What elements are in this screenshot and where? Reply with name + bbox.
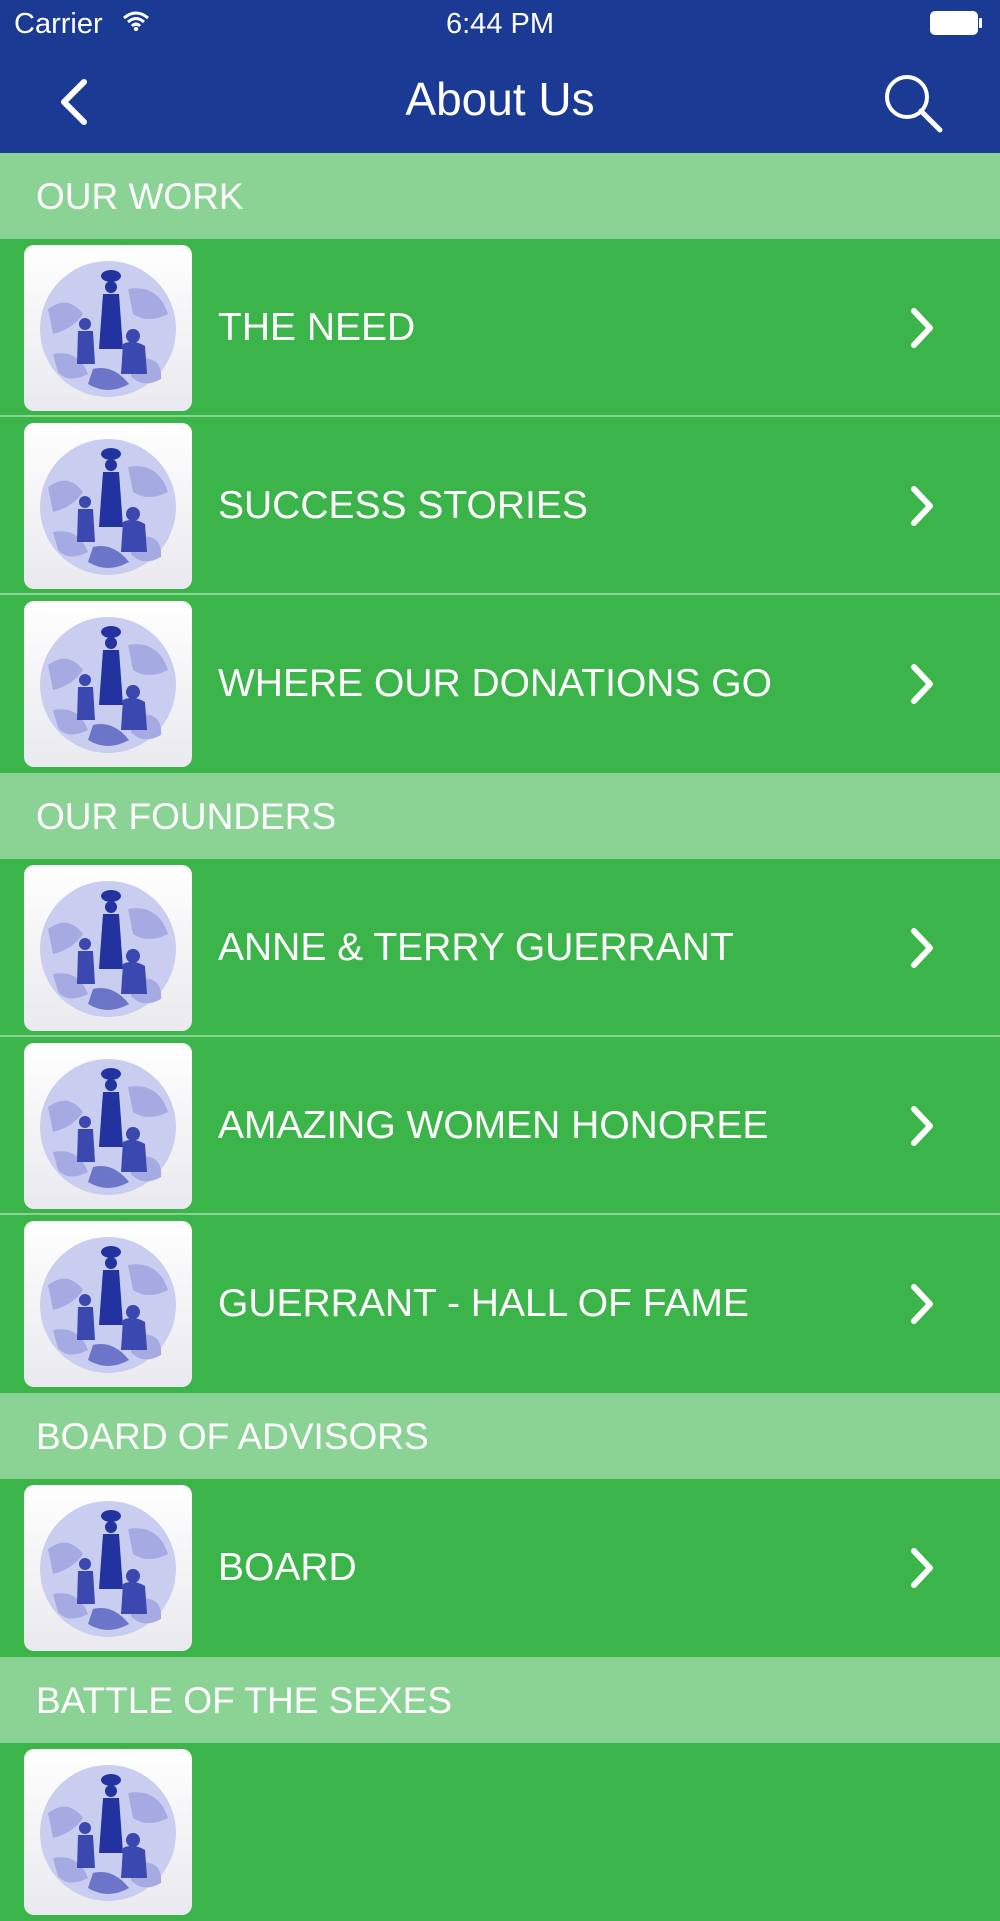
list-item-label: GUERRANT - HALL OF FAME bbox=[218, 1282, 749, 1325]
logo-thumbnail bbox=[24, 1749, 192, 1915]
section-header-our-work: OUR WORK bbox=[0, 153, 1000, 239]
section-header-battle-of-the-sexes: BATTLE OF THE SEXES bbox=[0, 1657, 1000, 1743]
section-header-our-founders: OUR FOUNDERS bbox=[0, 773, 1000, 859]
chevron-right-icon bbox=[911, 486, 933, 526]
list-item-success-stories[interactable]: SUCCESS STORIES bbox=[0, 417, 1000, 595]
logo-thumbnail bbox=[24, 601, 192, 767]
chevron-right-icon bbox=[911, 664, 933, 704]
list-item-where-our-donations-go[interactable]: WHERE OUR DONATIONS GO bbox=[0, 595, 1000, 773]
chevron-right-icon bbox=[911, 928, 933, 968]
navigation-bar: Carrier 6:44 PM About Us bbox=[0, 0, 1000, 153]
chevron-right-icon bbox=[911, 308, 933, 348]
logo-thumbnail bbox=[24, 1043, 192, 1209]
list-item-guerrant-hall-of-fame[interactable]: GUERRANT - HALL OF FAME bbox=[0, 1215, 1000, 1393]
globe-people-logo bbox=[40, 1059, 176, 1195]
page-title: About Us bbox=[405, 73, 595, 125]
chevron-right-icon bbox=[911, 1548, 933, 1588]
list-item-board[interactable]: BOARD bbox=[0, 1479, 1000, 1657]
chevron-right-icon bbox=[911, 1284, 933, 1324]
list-item-label: AMAZING WOMEN HONOREE bbox=[218, 1104, 769, 1147]
logo-thumbnail bbox=[24, 423, 192, 589]
logo-thumbnail bbox=[24, 1221, 192, 1387]
list-item-label: SUCCESS STORIES bbox=[218, 484, 588, 527]
chevron-right-icon bbox=[911, 1106, 933, 1146]
list-item-label: ANNE & TERRY GUERRANT bbox=[218, 926, 734, 969]
battery-icon bbox=[930, 11, 982, 35]
content-list: OUR WORK THE NEED SUCCESS STORIES WHERE … bbox=[0, 153, 1000, 1921]
list-item-label: BOARD bbox=[218, 1546, 357, 1589]
list-item-anne-terry-guerrant[interactable]: ANNE & TERRY GUERRANT bbox=[0, 859, 1000, 1037]
globe-people-logo bbox=[40, 1765, 176, 1901]
globe-people-logo bbox=[40, 439, 176, 575]
list-item-the-need[interactable]: THE NEED bbox=[0, 239, 1000, 417]
logo-thumbnail bbox=[24, 245, 192, 411]
globe-people-logo bbox=[40, 1501, 176, 1637]
list-item-amazing-women-honoree[interactable]: AMAZING WOMEN HONOREE bbox=[0, 1037, 1000, 1215]
list-item-label: THE NEED bbox=[218, 306, 416, 349]
clock: 6:44 PM bbox=[446, 8, 554, 40]
globe-people-logo bbox=[40, 881, 176, 1017]
list-item-label: WHERE OUR DONATIONS GO bbox=[218, 662, 772, 705]
logo-thumbnail bbox=[24, 1485, 192, 1651]
globe-people-logo bbox=[40, 261, 176, 397]
list-item-partial[interactable] bbox=[0, 1743, 1000, 1921]
globe-people-logo bbox=[40, 1237, 176, 1373]
status-bar: Carrier 6:44 PM bbox=[0, 0, 1000, 50]
logo-thumbnail bbox=[24, 865, 192, 1031]
globe-people-logo bbox=[40, 617, 176, 753]
section-header-board-of-advisors: BOARD OF ADVISORS bbox=[0, 1393, 1000, 1479]
search-icon[interactable] bbox=[880, 70, 946, 136]
